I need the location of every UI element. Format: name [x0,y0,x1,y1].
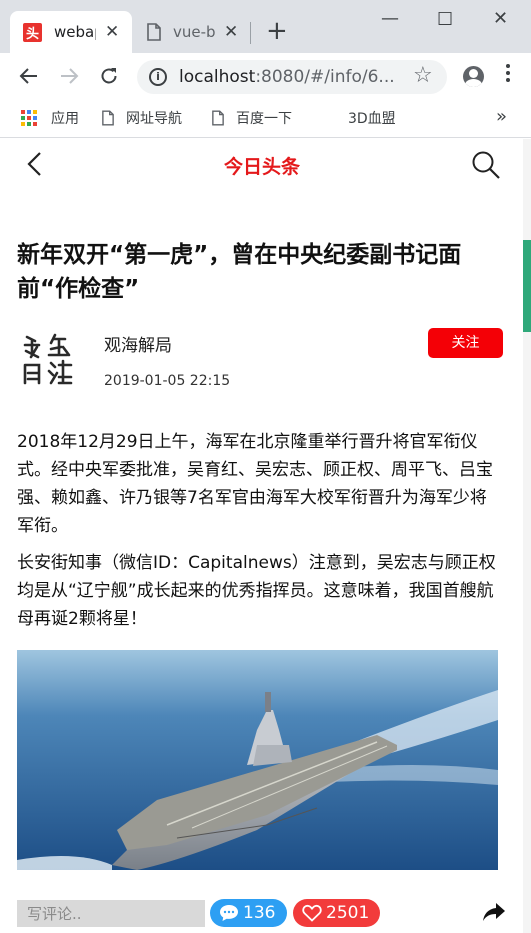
bookmark-nav[interactable]: 网址导航 [102,108,182,128]
bookmark-label: 网址导航 [126,111,182,127]
follow-button[interactable]: 关注 [428,328,503,358]
bookmark-apps[interactable]: 应用 [21,108,79,128]
info-icon[interactable]: i [149,68,167,86]
bookmark-label: 3D血盟 [348,111,396,127]
author-logo[interactable] [19,329,79,389]
tab-vue-basic[interactable]: vue-basic ✕ [134,11,246,53]
author-name[interactable]: 观海解局 [104,331,172,356]
new-tab-button[interactable]: + [266,16,288,46]
like-count: 2501 [326,903,370,923]
bookmark-baidu[interactable]: 百度一下 [212,108,292,128]
heart-icon [302,904,322,922]
page-icon [102,110,114,126]
share-icon[interactable] [482,901,506,923]
bottom-action-bar: 136 2501 [1,890,523,933]
more-menu-icon[interactable] [506,64,512,85]
article-paragraph: 2018年12月29日上午，海军在北京隆重举行晋升将官军衔仪式。经中央军委批准，… [17,432,493,536]
tab-title: webapp [54,23,96,41]
article-page: 今日头条 新年双开“第一虎”，曾在中央纪委副书记面前“作检查” 观海解局 201… [1,139,523,933]
star-icon[interactable]: ☆ [413,63,433,88]
article-paragraph: 长安街知事（微信ID：Capitalnews）注意到，吴宏志与顾正权均是从“辽宁… [17,553,496,629]
maximize-icon[interactable]: ☐ [437,9,453,30]
bookmark-label: 百度一下 [236,111,292,127]
forward-arrow-icon[interactable] [54,61,84,91]
comment-bubble-icon [220,905,238,921]
tab-separator [250,22,251,44]
bookmark-label: 应用 [51,111,79,127]
apps-icon [21,110,37,126]
bookmark-3d[interactable]: 3D血盟 [348,108,396,128]
url-text[interactable]: localhost:8080/#/info/6... [179,67,395,87]
search-icon[interactable] [471,150,501,180]
app-title: 今日头条 [223,156,300,178]
post-time: 2019-01-05 22:15 [104,373,231,389]
minimize-icon[interactable]: — [381,8,399,29]
address-bar[interactable]: i localhost:8080/#/info/6... ☆ [137,60,447,94]
scrollbar-thumb[interactable] [523,240,531,332]
like-count-button[interactable]: 2501 [293,899,380,927]
back-arrow-icon[interactable] [14,61,44,91]
comment-input[interactable] [17,900,205,927]
toutiao-favicon-icon: 头 [23,22,42,42]
app-header: 今日头条 [1,139,523,189]
tab-strip: 头 webapp ✕ vue-basic ✕ + — ☐ ✕ [0,0,531,53]
article-title: 新年双开“第一虎”，曾在中央纪委副书记面前“作检查” [17,242,462,302]
close-icon[interactable]: ✕ [224,22,238,42]
aircraft-carrier-photo [17,650,498,870]
reload-icon[interactable] [94,61,124,91]
tab-title: vue-basic [173,23,215,41]
comment-count: 136 [243,903,276,923]
page-icon [212,110,224,126]
tab-webapp[interactable]: 头 webapp ✕ [10,11,132,53]
page-icon [147,23,161,41]
comment-count-button[interactable]: 136 [210,899,287,927]
close-icon[interactable]: ✕ [105,22,119,42]
profile-avatar-icon[interactable] [463,66,484,87]
close-window-icon[interactable]: ✕ [493,8,508,29]
bookmarks-bar: 应用 网址导航 百度一下 3D血盟 [0,100,531,138]
bookmarks-more-button[interactable]: » [496,106,507,127]
